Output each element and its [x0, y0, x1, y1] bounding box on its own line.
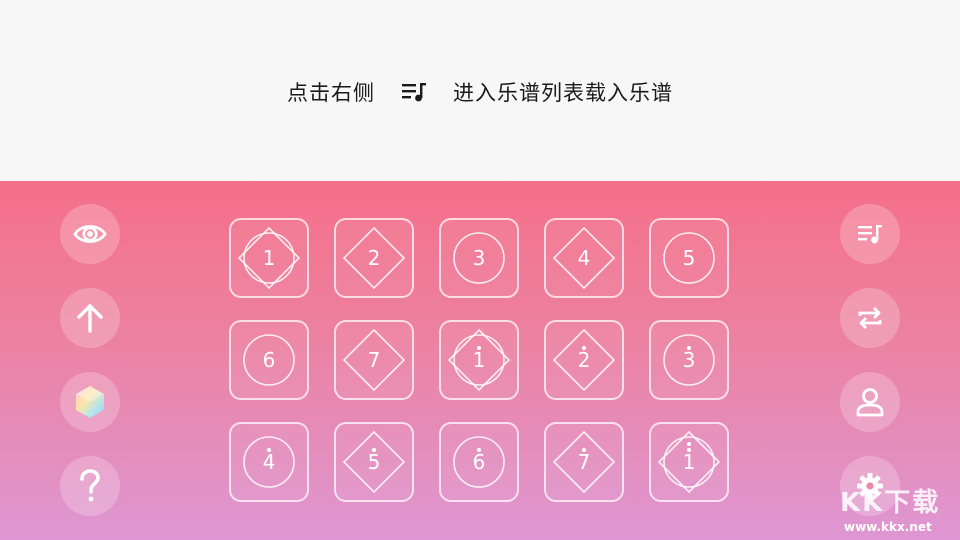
pad-note: 6: [262, 348, 276, 372]
pad-note: 6: [472, 450, 486, 474]
hint-text-after: 进入乐谱列表载入乐谱: [453, 81, 673, 105]
pad-13[interactable]: 6: [439, 422, 519, 502]
skin-button[interactable]: [60, 372, 120, 432]
pad-note: 7: [367, 348, 381, 372]
pad-14[interactable]: 7: [544, 422, 624, 502]
pad-12[interactable]: 5: [334, 422, 414, 502]
high-octave-dot: [687, 346, 691, 350]
pad-note: 3: [472, 246, 486, 270]
hint-text: 点击右侧 进入乐谱列表载入乐谱: [0, 72, 960, 112]
high-octave-dot: [477, 448, 481, 452]
pad-note: 1: [472, 348, 486, 372]
pad-note: 7: [577, 450, 591, 474]
pad-1[interactable]: 1: [229, 218, 309, 298]
pad-9[interactable]: 2: [544, 320, 624, 400]
question-icon: [80, 469, 100, 502]
pad-8[interactable]: 1: [439, 320, 519, 400]
playlist-music-icon: [858, 225, 882, 244]
pad-note: 5: [367, 450, 381, 474]
watermark: KK下载 www.kkx.net: [840, 482, 960, 540]
pad-note: 4: [577, 246, 591, 270]
user-button[interactable]: [840, 372, 900, 432]
pad-10[interactable]: 3: [649, 320, 729, 400]
help-button[interactable]: [60, 456, 120, 516]
user-icon: [856, 388, 884, 417]
pad-note: 4: [262, 450, 276, 474]
high-octave-dot: [582, 448, 586, 452]
high-octave-dot: [267, 448, 271, 452]
watermark-logo: KK下载: [840, 488, 941, 518]
high-octave-dot: [477, 346, 481, 350]
pad-3[interactable]: 3: [439, 218, 519, 298]
pad-note: 3: [682, 348, 696, 372]
pad-15[interactable]: 1: [649, 422, 729, 502]
pad-note: 1: [682, 450, 696, 474]
pad-note: 2: [577, 348, 591, 372]
high-octave-dot: [687, 442, 691, 446]
eye-icon: [73, 225, 107, 243]
pad-note: 2: [367, 246, 381, 270]
pad-note: 5: [682, 246, 696, 270]
pad-2[interactable]: 2: [334, 218, 414, 298]
pad-6[interactable]: 6: [229, 320, 309, 400]
repeat-icon: [858, 307, 882, 329]
pad-7[interactable]: 7: [334, 320, 414, 400]
pad-5[interactable]: 5: [649, 218, 729, 298]
arrow-up-button[interactable]: [60, 288, 120, 348]
hint-text-before: 点击右侧: [287, 81, 375, 105]
playlist-music-icon: [401, 81, 427, 103]
pad-4[interactable]: 4: [544, 218, 624, 298]
repeat-button[interactable]: [840, 288, 900, 348]
pad-11[interactable]: 4: [229, 422, 309, 502]
pad-note: 1: [262, 246, 276, 270]
arrow-up-icon: [77, 304, 103, 333]
high-octave-dot: [687, 448, 691, 452]
watermark-url: www.kkx.net: [844, 520, 932, 534]
high-octave-dot: [372, 448, 376, 452]
playlist-button[interactable]: [840, 204, 900, 264]
hexagon-skin-icon: [76, 386, 104, 418]
eye-button[interactable]: [60, 204, 120, 264]
high-octave-dot: [582, 346, 586, 350]
